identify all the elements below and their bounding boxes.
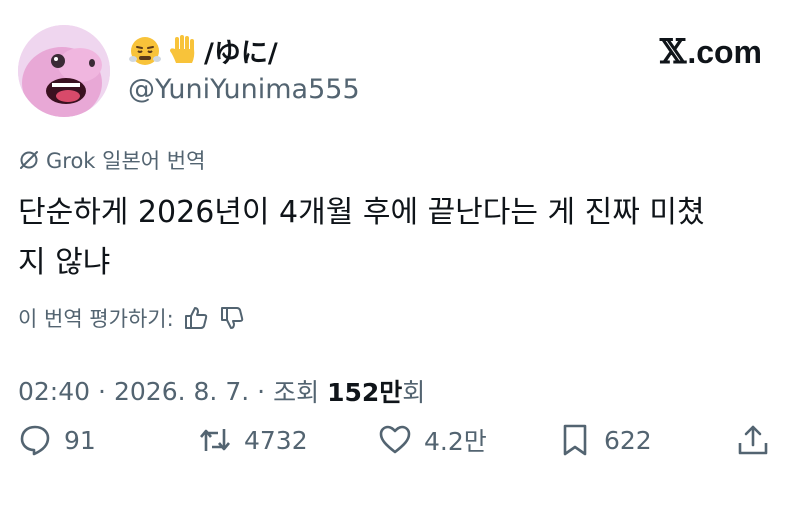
thumbs-down-icon[interactable] <box>218 304 246 332</box>
user-handle[interactable]: @YuniYunima555 <box>128 74 360 105</box>
avatar[interactable] <box>18 25 110 117</box>
translation-label-text: Grok 일본어 번역 <box>46 149 206 173</box>
avatar-image <box>18 25 110 117</box>
retweet-icon <box>200 429 230 451</box>
rate-translation: 이 번역 평가하기: <box>18 303 246 333</box>
retweet-count: 4732 <box>244 425 308 455</box>
tweet-time[interactable]: 02:40 <box>18 377 90 406</box>
brand-suffix: .com <box>687 33 762 70</box>
tweet-text: 단순하게 2026년이 4개월 후에 끝난다는 게 진짜 미쳤 지 않냐 <box>18 195 705 280</box>
views-label: 조회 <box>273 378 320 407</box>
tweet-date[interactable]: 2026. 8. 7. <box>114 377 249 406</box>
display-name[interactable]: /ゆに/ <box>128 30 278 70</box>
bookmark-button[interactable]: 622 <box>558 423 652 457</box>
meta-separator: · <box>98 376 106 406</box>
bookmark-count: 622 <box>604 425 652 455</box>
translation-label: Grok 일본어 번역 <box>18 145 205 175</box>
thumbs-up-icon[interactable] <box>182 304 210 332</box>
rate-translation-label: 이 번역 평가하기: <box>18 307 174 331</box>
raised-hand-icon <box>166 33 200 67</box>
share-button[interactable] <box>736 423 770 457</box>
x-brand-logo: 𝕏 .com <box>660 32 762 72</box>
reply-count: 91 <box>64 425 96 455</box>
views-count: 152만 <box>327 378 403 407</box>
retweet-button[interactable]: 4732 <box>198 423 308 457</box>
heart-icon <box>379 425 411 454</box>
like-button[interactable]: 4.2만 <box>378 422 487 458</box>
grok-icon <box>20 151 38 169</box>
share-icon <box>738 425 768 455</box>
face-with-steam-icon <box>128 33 162 67</box>
tweet-meta: 02:40 · 2026. 8. 7. · 조회 152만회 <box>18 373 425 409</box>
display-name-text: /ゆに/ <box>204 37 278 69</box>
bookmark-icon <box>563 424 587 456</box>
reply-button[interactable]: 91 <box>18 423 96 457</box>
views-suffix: 회 <box>402 378 426 407</box>
views[interactable]: 조회 152만회 <box>273 373 425 409</box>
x-logo-icon: 𝕏 <box>659 32 687 72</box>
meta-separator: · <box>257 376 266 406</box>
like-count: 4.2만 <box>424 427 487 456</box>
reply-icon <box>20 425 50 456</box>
